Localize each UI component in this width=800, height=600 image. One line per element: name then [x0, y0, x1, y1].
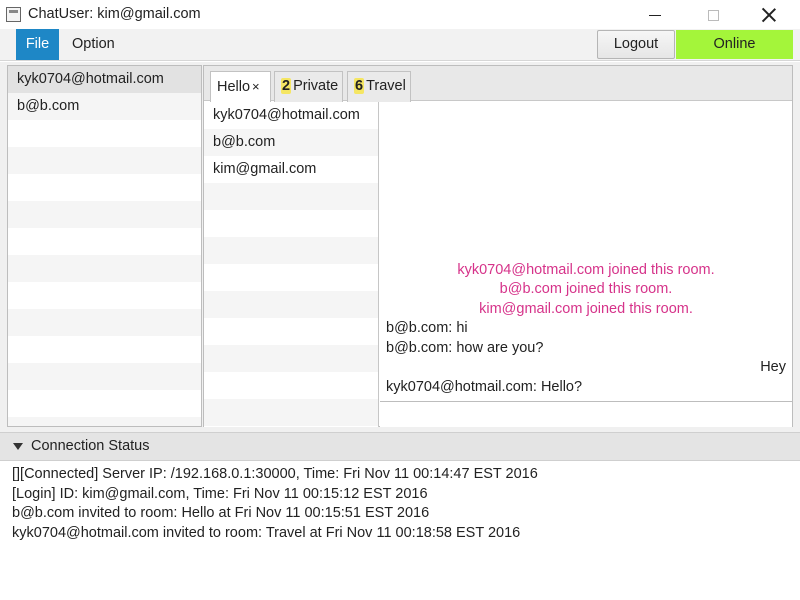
chat-messages: kyk0704@hotmail.com joined this room. b@… — [380, 102, 792, 401]
close-icon — [762, 8, 776, 22]
chat-input[interactable] — [380, 401, 792, 427]
user-list-item[interactable]: b@b.com — [8, 93, 201, 120]
user-list: kyk0704@hotmail.com b@b.com — [7, 65, 202, 427]
log-line: b@b.com invited to room: Hello at Fri No… — [12, 505, 430, 521]
connection-status-log: [][Connected] Server IP: /192.168.0.1:30… — [0, 461, 800, 600]
tab-label: Travel — [366, 78, 406, 94]
log-line: [Login] ID: kim@gmail.com, Time: Fri Nov… — [12, 485, 428, 502]
member-list-item[interactable]: b@b.com — [204, 129, 378, 156]
chat-message: b@b.com: hi — [386, 320, 468, 336]
tab-private[interactable]: 2 Private — [274, 71, 343, 102]
member-list-item[interactable]: kim@gmail.com — [204, 156, 378, 183]
chat-message: kyk0704@hotmail.com: Hello? — [386, 378, 583, 395]
minimize-button[interactable] — [632, 0, 678, 30]
tab-label: Hello — [217, 79, 251, 95]
log-line: [][Connected] Server IP: /192.168.0.1:30… — [12, 466, 538, 482]
system-message: kyk0704@hotmail.com joined this room. — [457, 261, 715, 278]
unread-badge: 6 — [354, 78, 365, 94]
room-pane: Hello × 2 Private 6 Travel kyk0704@hotmail.… — [203, 65, 793, 427]
close-button[interactable] — [746, 0, 792, 30]
menu-bar: File Option Logout Online — [0, 29, 800, 61]
app-icon — [6, 7, 21, 22]
main-area: kyk0704@hotmail.com b@b.com Hello × 2 Priv… — [0, 62, 800, 432]
log-line: kyk0704@hotmail.com invited to room: Tra… — [12, 524, 521, 541]
unread-badge: 2 — [281, 78, 292, 94]
menu-option[interactable]: Option — [61, 29, 126, 60]
system-message: b@b.com joined this room. — [499, 281, 673, 297]
chat-message: b@b.com: how are you? — [386, 339, 544, 356]
title-bar: ChatUser: kim@gmail.com — [0, 0, 800, 30]
room-tab-bar: Hello × 2 Private 6 Travel — [204, 66, 792, 102]
maximize-button[interactable] — [690, 0, 736, 30]
room-member-list: kyk0704@hotmail.com b@b.com kim@gmail.co… — [204, 102, 379, 427]
system-message: kim@gmail.com joined this room. — [479, 300, 693, 317]
collapse-caret-icon — [13, 443, 23, 450]
own-chat-message: Hey — [760, 359, 786, 375]
menu-file[interactable]: File — [16, 29, 59, 60]
connection-status-header[interactable]: Connection Status — [0, 432, 800, 461]
tab-label: Private — [293, 78, 339, 94]
online-status-button[interactable]: Online — [676, 30, 793, 59]
tab-travel[interactable]: 6 Travel — [347, 71, 411, 102]
user-list-item[interactable]: kyk0704@hotmail.com — [8, 66, 201, 93]
connection-status-title: Connection Status — [31, 438, 150, 454]
tab-close-icon[interactable]: × — [252, 79, 260, 94]
maximize-icon — [707, 9, 719, 21]
logout-button[interactable]: Logout — [597, 30, 675, 59]
member-list-item[interactable]: kyk0704@hotmail.com — [204, 102, 378, 129]
tab-hello[interactable]: Hello × — [210, 71, 271, 102]
minimize-icon — [649, 15, 661, 16]
window-title: ChatUser: kim@gmail.com — [28, 6, 201, 22]
